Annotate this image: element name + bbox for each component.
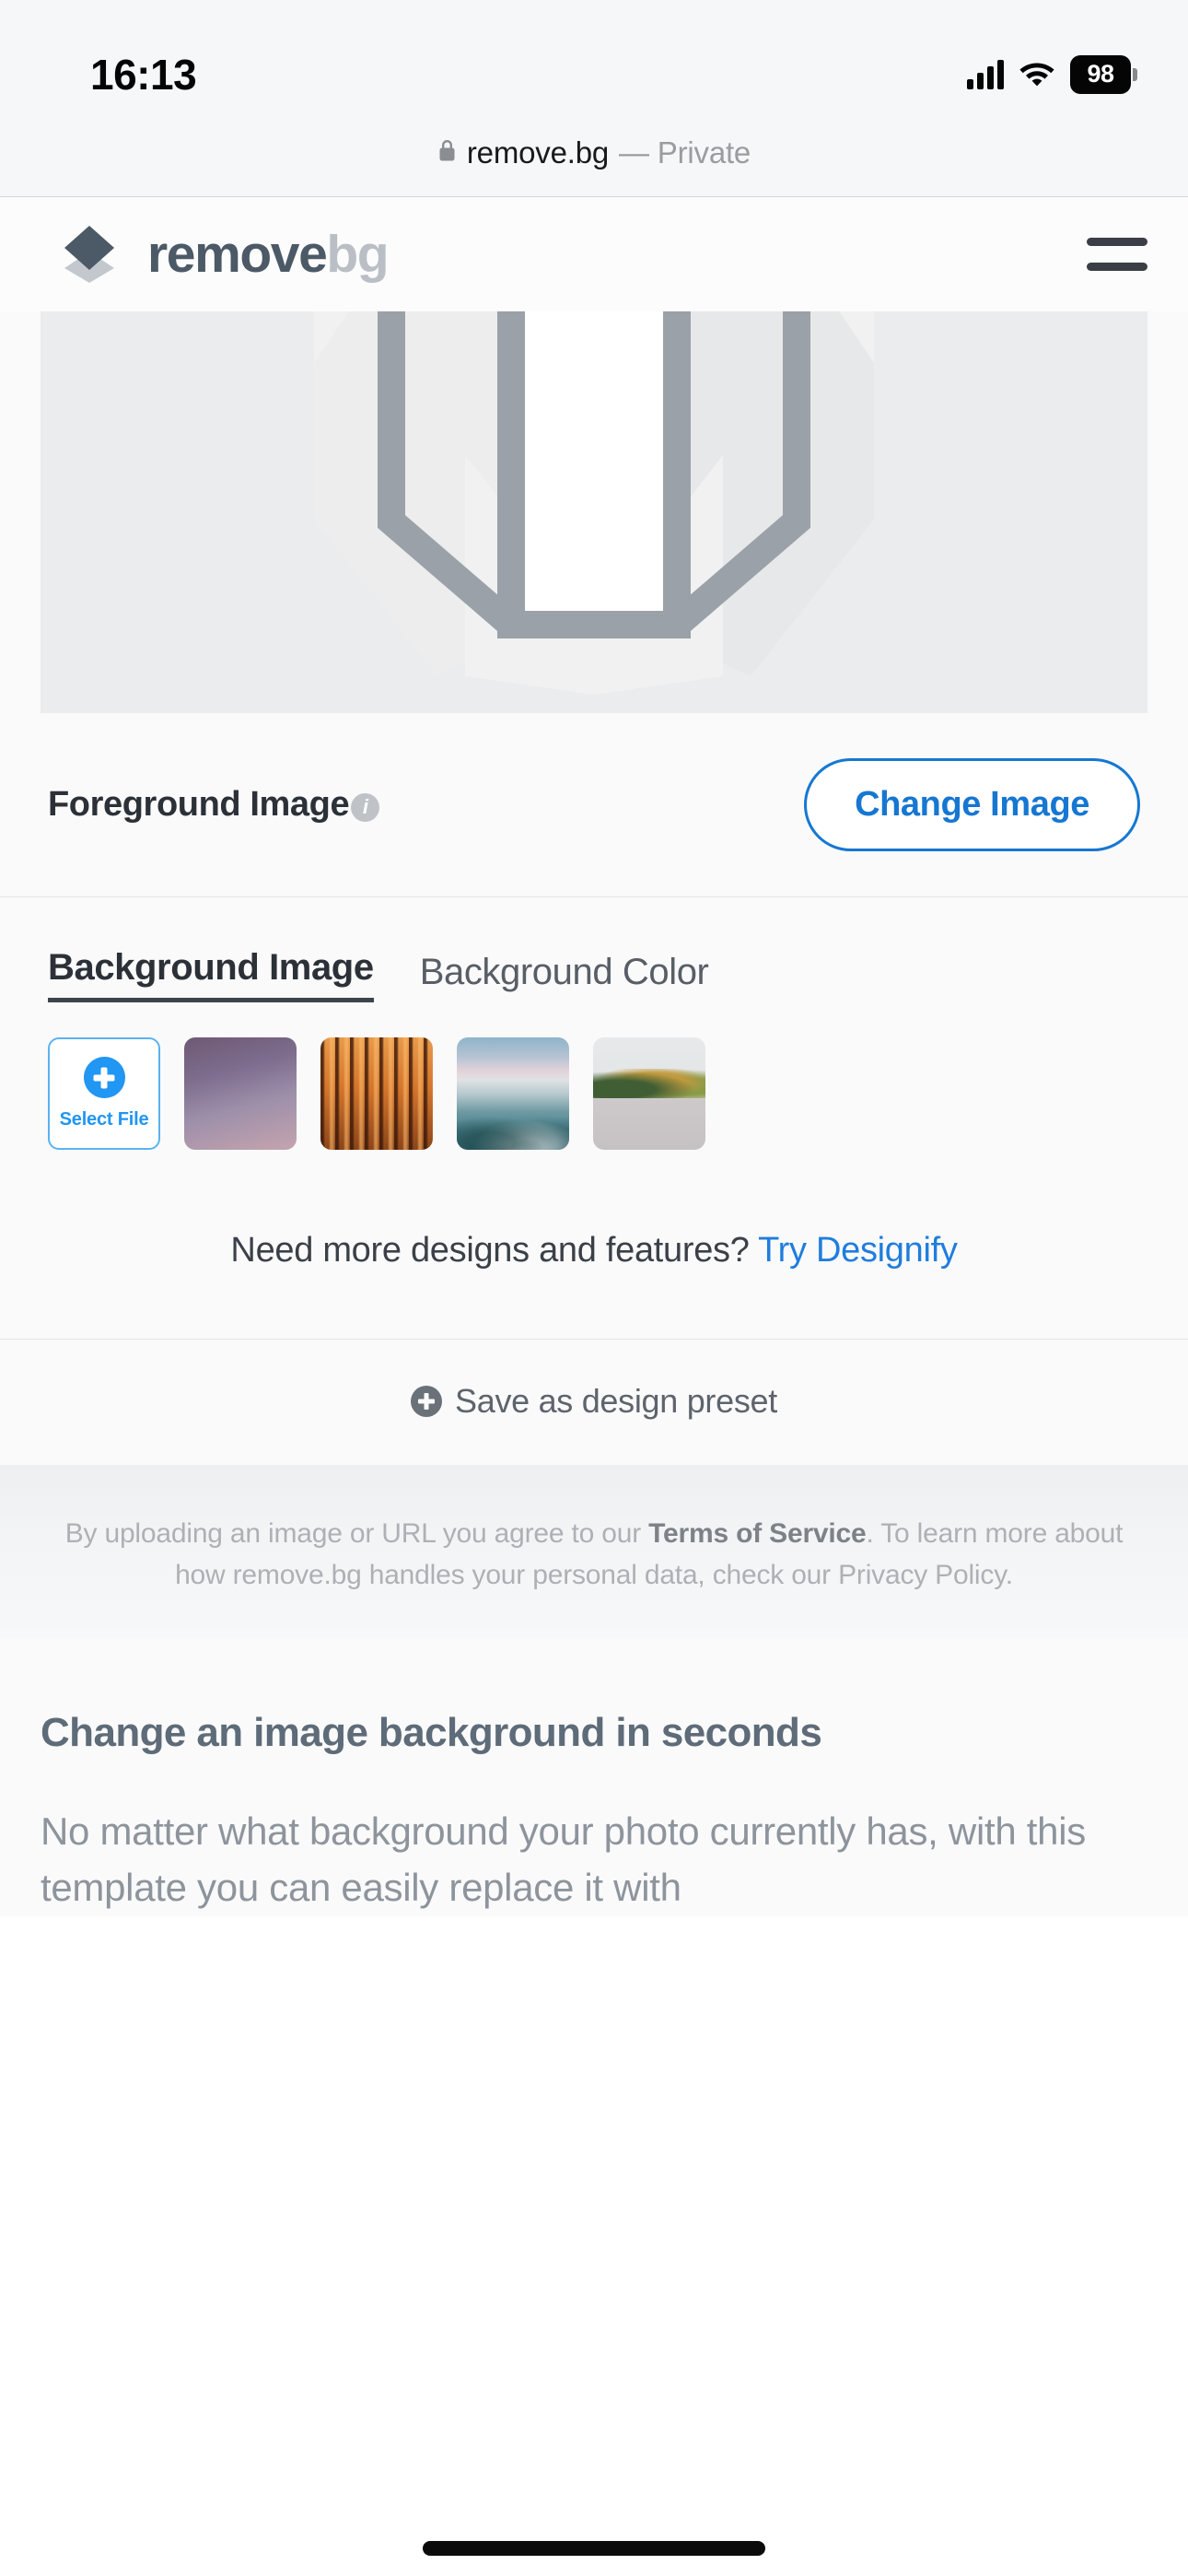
designify-promo: Need more designs and features? Try Desi…: [0, 1150, 1188, 1340]
foreground-image-label: Foreground Image: [48, 785, 350, 824]
battery-icon: 98: [1070, 55, 1131, 94]
lock-icon: [437, 138, 457, 167]
legal-disclaimer: By uploading an image or URL you agree t…: [0, 1465, 1188, 1638]
wifi-icon: [1019, 59, 1055, 91]
hamburger-menu-icon[interactable]: [1087, 234, 1147, 275]
tab-domain-label: remove.bg: [466, 135, 610, 170]
preview-wrapper: [0, 311, 1188, 713]
info-icon[interactable]: i: [351, 792, 380, 822]
brand-bg-text: bg: [326, 224, 389, 284]
foreground-image-label-group: Foreground Image i: [48, 785, 380, 825]
article-heading: Change an image background in seconds: [41, 1710, 822, 1755]
save-preset-label: Save as design preset: [455, 1382, 777, 1420]
sea-cityscape-thumbnail[interactable]: [457, 1037, 569, 1150]
home-indicator: [423, 2541, 765, 2556]
tab-background-color[interactable]: Background Color: [420, 952, 709, 1002]
status-bar-time: 16:13: [90, 51, 197, 99]
change-image-button[interactable]: Change Image: [804, 758, 1140, 851]
tab-private-label: — Private: [619, 135, 751, 170]
orange-stripes-thumbnail[interactable]: [320, 1037, 433, 1150]
plus-circle-icon: [83, 1057, 125, 1098]
image-preview-panel[interactable]: [41, 311, 1147, 713]
promo-text: Need more designs and features?: [230, 1231, 759, 1270]
save-design-preset-button[interactable]: Save as design preset: [0, 1340, 1188, 1465]
background-section: Background Image Background Color Select…: [0, 897, 1188, 1150]
site-header: remove bg: [0, 197, 1188, 311]
cellular-bars-icon: [967, 60, 1004, 89]
tab-background-image[interactable]: Background Image: [48, 947, 374, 1002]
try-designify-link[interactable]: Try Designify: [758, 1231, 958, 1270]
select-file-button[interactable]: Select File: [48, 1037, 160, 1150]
legal-text-part1: By uploading an image or URL you agree t…: [64, 1518, 649, 1549]
brand-wordmark: remove bg: [147, 224, 390, 284]
article-body: No matter what background your photo cur…: [41, 1809, 1086, 1909]
terms-of-service-link[interactable]: Terms of Service: [648, 1518, 867, 1549]
wall-autumn-trees-thumbnail[interactable]: [593, 1037, 705, 1150]
article-section: Change an image background in seconds No…: [0, 1638, 1188, 1916]
select-file-label: Select File: [59, 1109, 149, 1130]
brand-remove-text: remove: [147, 224, 328, 284]
browser-tab-strip[interactable]: remove.bg — Private: [0, 109, 1188, 197]
ios-status-bar: 16:13 98: [0, 0, 1188, 109]
status-bar-indicators: 98: [967, 55, 1131, 96]
purple-gradient-thumbnail[interactable]: [184, 1037, 297, 1150]
background-thumbnail-list: Select File: [48, 1037, 1140, 1150]
background-tabs: Background Image Background Color: [48, 897, 1140, 1002]
removebg-diamond-logo-icon: [52, 224, 127, 285]
foreground-image-row: Foreground Image i Change Image: [0, 713, 1188, 897]
plus-circle-small-icon: [411, 1386, 443, 1417]
brand-logo[interactable]: remove bg: [52, 224, 390, 285]
